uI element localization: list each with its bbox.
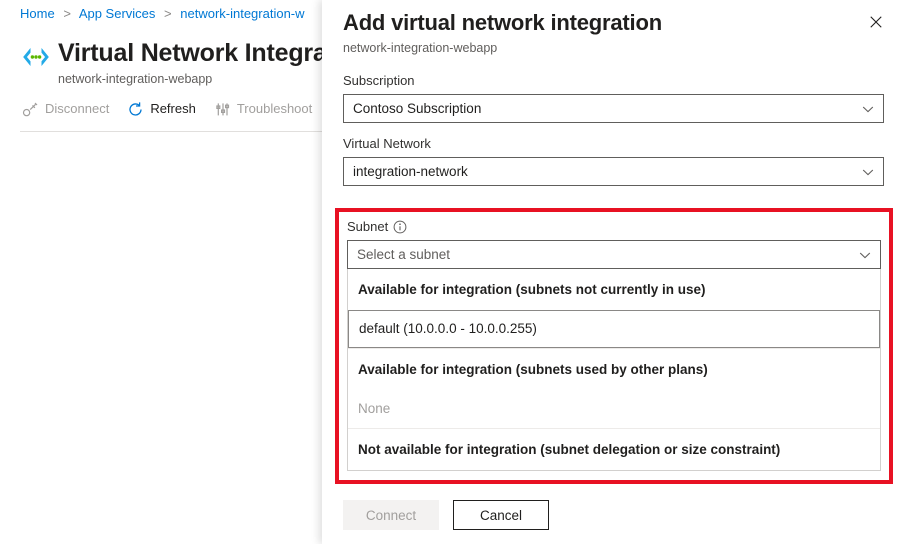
page-subtitle: network-integration-webapp xyxy=(58,72,213,86)
page-title-row: Virtual Network Integrat network-integra… xyxy=(20,38,335,87)
subnet-label: Subnet xyxy=(347,219,389,234)
panel-title: Add virtual network integration xyxy=(343,10,662,35)
panel-subtitle: network-integration-webapp xyxy=(343,41,498,55)
cancel-button[interactable]: Cancel xyxy=(453,500,549,530)
add-vnet-integration-panel: Add virtual network integration network-… xyxy=(322,0,905,544)
subnet-select[interactable]: Select a subnet xyxy=(347,240,881,269)
field-subnet: Subnet Select a subnet Available for int… xyxy=(339,212,889,480)
subnet-highlight-region: Subnet Select a subnet Available for int… xyxy=(335,208,893,484)
dropdown-option-default-subnet[interactable]: default (10.0.0.0 - 10.0.0.255) xyxy=(348,310,880,348)
info-icon[interactable] xyxy=(393,220,407,234)
dropdown-group-header-not-available: Not available for integration (subnet de… xyxy=(358,442,781,457)
dropdown-group-header-available-other-plans: Available for integration (subnets used … xyxy=(358,362,708,377)
screenshot-root: Home > App Services > network-integratio… xyxy=(0,0,905,544)
page-title: Virtual Network Integrat xyxy=(58,39,335,67)
chevron-down-icon xyxy=(861,165,875,179)
panel-header: Add virtual network integration network-… xyxy=(322,0,905,56)
dropdown-option-none-not-available: None xyxy=(348,470,880,471)
breadcrumb-separator: > xyxy=(164,6,172,21)
virtual-network-label: Virtual Network xyxy=(343,136,431,151)
refresh-icon xyxy=(127,101,144,118)
virtual-network-value: integration-network xyxy=(353,164,468,179)
toolbar-button-disconnect[interactable]: Disconnect xyxy=(22,100,109,118)
close-icon xyxy=(869,15,883,32)
breadcrumb-item-home[interactable]: Home xyxy=(20,6,55,21)
breadcrumb-item-app-services[interactable]: App Services xyxy=(79,6,156,21)
toolbar-label-disconnect: Disconnect xyxy=(45,101,110,116)
dropdown-group-header-available-unused: Available for integration (subnets not c… xyxy=(358,282,706,297)
chevron-down-icon xyxy=(861,102,875,116)
field-virtual-network: Virtual Network integration-network xyxy=(322,135,905,186)
toolbar-label-refresh: Refresh xyxy=(150,101,196,116)
panel-body: Subscription Contoso Subscription Virtua… xyxy=(322,72,905,198)
command-toolbar: Disconnect Refresh Troubleshoot xyxy=(22,100,330,118)
connect-button[interactable]: Connect xyxy=(343,500,439,530)
breadcrumb-separator: > xyxy=(63,6,71,21)
subscription-label: Subscription xyxy=(343,73,415,88)
dropdown-option-none-other-plans: None xyxy=(358,401,391,416)
close-button[interactable] xyxy=(861,8,891,38)
virtual-network-integration-icon xyxy=(20,42,52,72)
subnet-dropdown-list: Available for integration (subnets not c… xyxy=(347,269,881,471)
troubleshoot-icon xyxy=(214,101,231,118)
toolbar-button-troubleshoot[interactable]: Troubleshoot xyxy=(214,100,312,118)
breadcrumb-item-webapp[interactable]: network-integration-w xyxy=(180,6,304,21)
chevron-down-icon xyxy=(858,248,872,262)
background-page: Home > App Services > network-integratio… xyxy=(0,0,340,544)
subscription-value: Contoso Subscription xyxy=(353,101,482,116)
toolbar-divider xyxy=(20,131,330,132)
subnet-placeholder: Select a subnet xyxy=(357,247,451,262)
breadcrumb: Home > App Services > network-integratio… xyxy=(20,6,305,22)
disconnect-plug-icon xyxy=(22,101,39,118)
field-subscription: Subscription Contoso Subscription xyxy=(322,72,905,123)
virtual-network-select[interactable]: integration-network xyxy=(343,157,884,186)
toolbar-button-refresh[interactable]: Refresh xyxy=(127,100,196,118)
panel-footer: Connect Cancel xyxy=(322,486,905,544)
subnet-label-row: Subnet xyxy=(347,218,881,236)
toolbar-label-troubleshoot: Troubleshoot xyxy=(236,101,313,116)
title-block: Virtual Network Integrat network-integra… xyxy=(58,38,335,87)
subscription-select[interactable]: Contoso Subscription xyxy=(343,94,884,123)
